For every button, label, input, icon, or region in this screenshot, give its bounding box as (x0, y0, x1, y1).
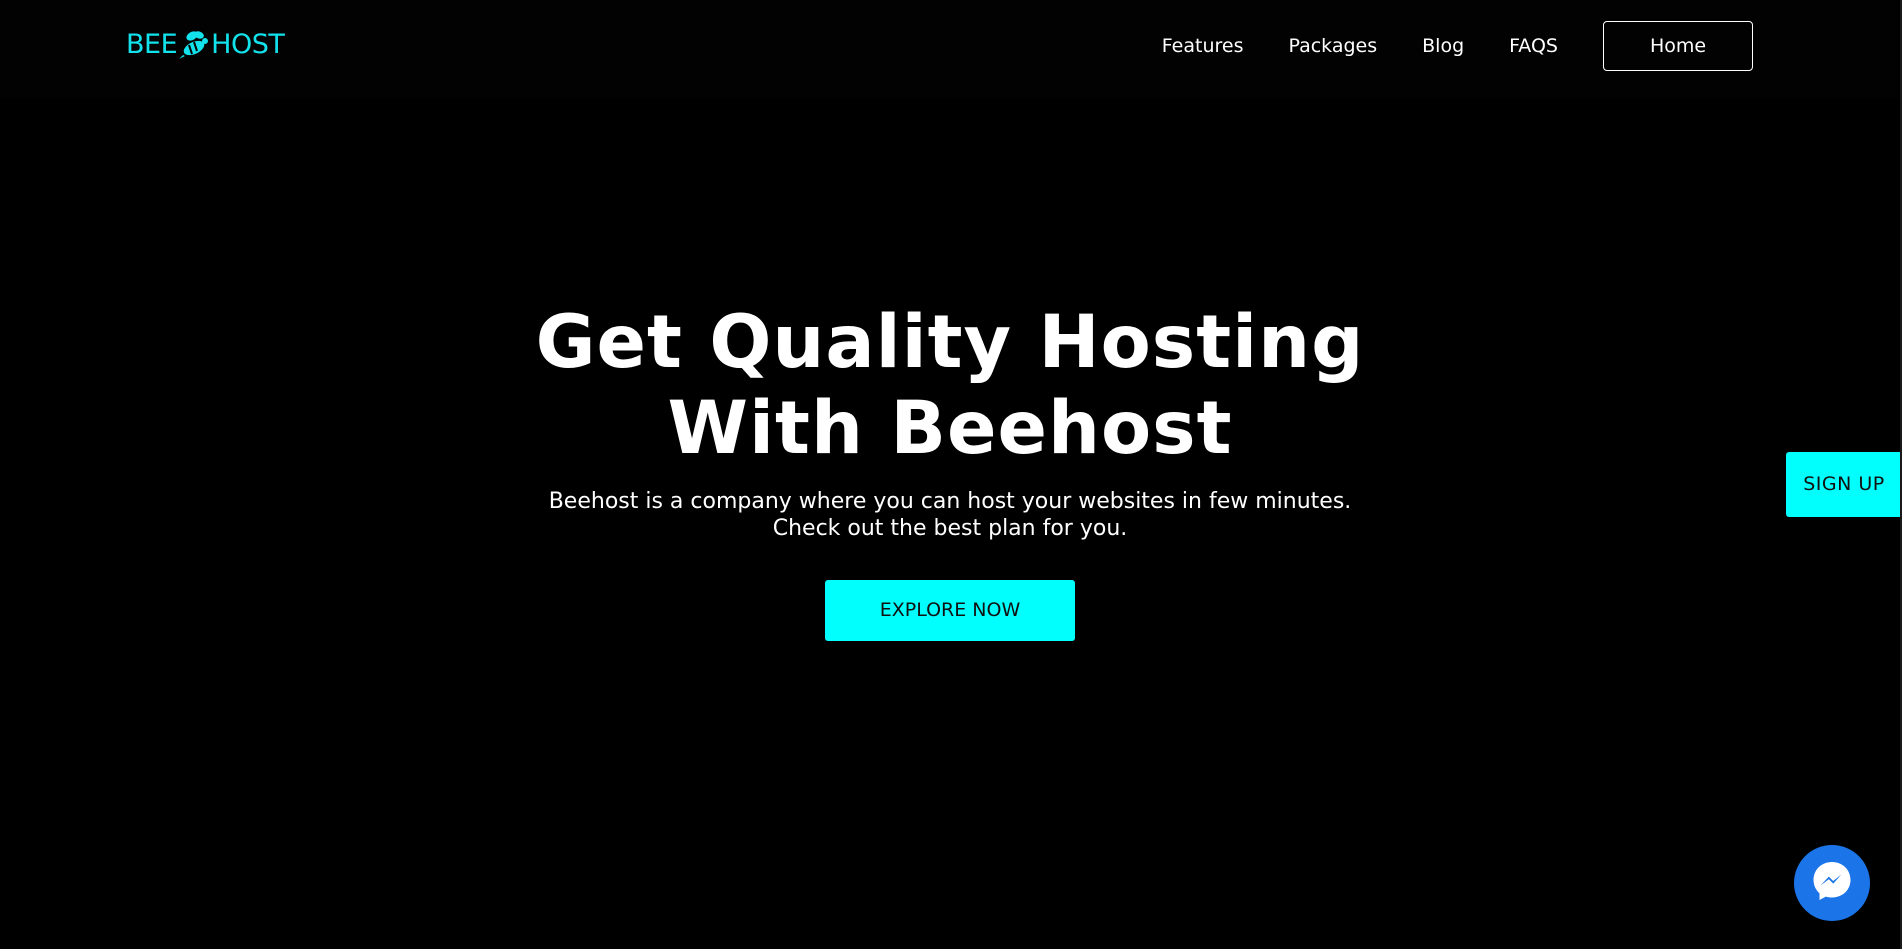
hero-title: Get Quality Hosting With Beehost (0, 300, 1900, 472)
logo-text-left: BEE (126, 29, 178, 60)
hero-title-line-1: Get Quality Hosting (535, 300, 1365, 385)
hero-subtitle: Beehost is a company where you can host … (0, 488, 1900, 542)
hero-title-line-2: With Beehost (667, 386, 1233, 471)
site-logo[interactable]: BEE HOST (126, 28, 285, 62)
nav-item-packages[interactable]: Packages (1288, 20, 1377, 72)
nav-item-faqs[interactable]: FAQS (1509, 20, 1558, 72)
logo-text-right: HOST (211, 29, 285, 60)
landing-page: BEE HOST Features Packages Blog FAQS Hom… (0, 0, 1902, 949)
hero-section: Get Quality Hosting With Beehost Beehost… (0, 300, 1900, 641)
main-nav: Features Packages Blog FAQS Home (1162, 20, 1753, 72)
nav-item-features[interactable]: Features (1162, 20, 1244, 72)
hero-subtitle-line-2: Check out the best plan for you. (772, 516, 1128, 541)
messenger-icon (1808, 857, 1856, 909)
nav-item-blog[interactable]: Blog (1422, 20, 1464, 72)
hero-subtitle-line-1: Beehost is a company where you can host … (548, 489, 1352, 514)
explore-now-button[interactable]: EXPLORE NOW (825, 580, 1075, 641)
site-header: BEE HOST Features Packages Blog FAQS Hom… (0, 0, 1900, 98)
home-button[interactable]: Home (1603, 21, 1753, 71)
messenger-chat-button[interactable] (1794, 845, 1870, 921)
bee-icon (178, 28, 210, 62)
sign-up-tab[interactable]: SIGN UP (1786, 452, 1902, 517)
